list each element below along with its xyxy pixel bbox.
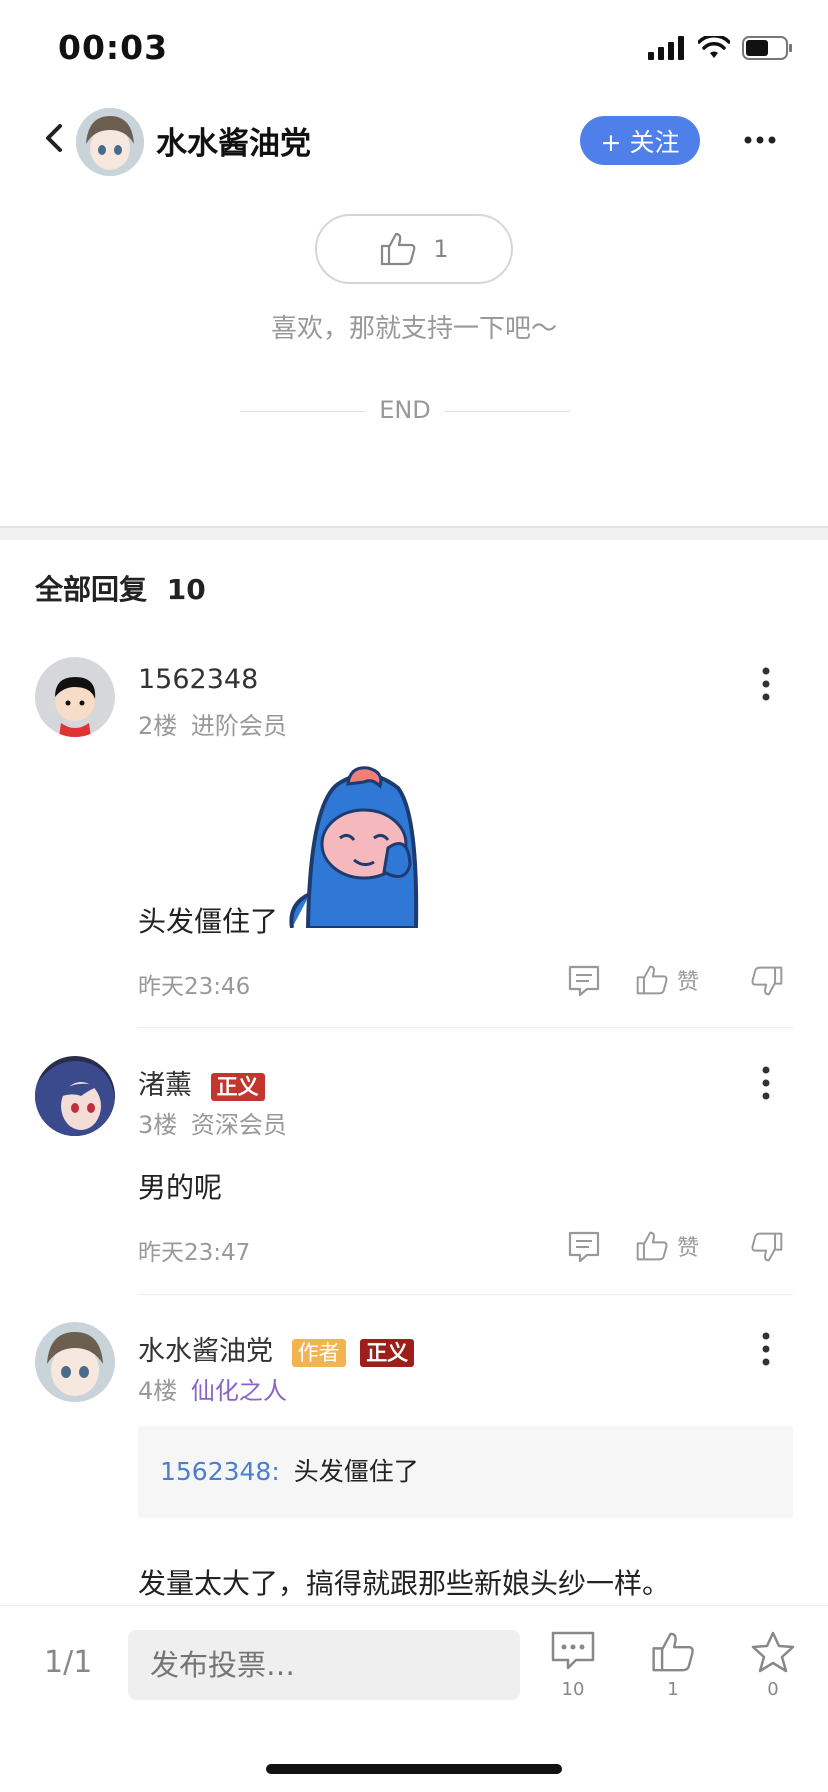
status-time: 00:03 [58,28,169,67]
sticker-emoji [289,766,419,928]
comment-more-icon[interactable] [756,666,776,702]
signal-icon [648,36,684,60]
status-icons [648,34,794,62]
reply-icon[interactable] [567,964,601,998]
quote-text: 头发僵住了 [293,1457,419,1486]
comment-text: 头发僵住了 [138,905,279,938]
comment-meta: 3楼 资深会员 [138,1105,287,1140]
more-options-icon[interactable] [742,130,778,150]
like-count: 1 [667,1679,679,1700]
author-badge: 作者 [291,1338,346,1367]
author-avatar[interactable] [76,108,144,176]
comment-text: 发量太大了，搞得就跟那些新娘头纱一样。 [138,1567,671,1600]
commenter-name[interactable]: 1562348 [138,664,258,695]
commenter-name-row: 水水酱油党 作者 正义 [138,1329,415,1368]
star-icon [751,1631,795,1673]
commenter-avatar[interactable] [35,1322,115,1402]
thumbs-down-icon[interactable] [750,1230,784,1264]
comment-divider [138,1294,793,1295]
member-rank: 仙化之人 [190,1377,287,1405]
commenter-avatar[interactable] [35,1056,115,1136]
replies-header: 全部回复 10 [35,568,206,608]
comment-bubble-icon [551,1631,595,1670]
comment-count: 10 [561,1679,585,1700]
commenter-name[interactable]: 渚薰 [138,1070,192,1101]
comments-button[interactable]: 10 [538,1630,608,1700]
commenter-name-row: 渚薰 正义 [138,1063,265,1102]
like-post-button[interactable]: 1 [315,214,513,284]
like-label: 赞 [677,970,700,995]
reply-input[interactable] [128,1630,520,1700]
thumbs-up-icon [652,1632,694,1672]
quoted-reply[interactable]: 1562348: 头发僵住了 [138,1426,793,1518]
like-label: 赞 [677,1236,700,1261]
floor-number: 4楼 [138,1377,178,1405]
reply-icon[interactable] [567,1230,601,1264]
support-text: 喜欢，那就支持一下吧～ [270,314,557,344]
star-count: 0 [767,1679,779,1700]
end-divider: END [240,396,570,426]
like-count: 1 [433,235,449,263]
comment-time: 昨天23:47 [138,1240,251,1266]
follow-button[interactable]: + 关注 [580,116,700,165]
quote-user[interactable]: 1562348: [160,1457,280,1486]
comment-meta: 4楼 仙化之人 [138,1371,287,1406]
like-button[interactable]: 1 [638,1630,708,1700]
commenter-name[interactable]: 水水酱油党 [138,1336,273,1367]
comment-text: 男的呢 [138,1171,223,1204]
thumbs-up-icon [636,965,668,995]
like-comment-button[interactable]: 赞 [635,1228,699,1264]
thumbs-up-icon [636,1231,668,1261]
replies-title: 全部回复 [35,573,148,606]
floor-number: 2楼 [138,712,178,740]
end-text: END [379,396,431,424]
comment-meta: 2楼 进阶会员 [138,706,287,741]
thumbs-down-icon[interactable] [750,964,784,998]
comment-time: 昨天23:46 [138,974,251,1000]
page-indicator[interactable]: 1/1 [44,1645,92,1680]
follow-label: + 关注 [600,127,680,157]
author-name[interactable]: 水水酱油党 [156,118,311,163]
wifi-icon [698,36,730,58]
justice-badge: 正义 [360,1338,415,1367]
justice-badge: 正义 [210,1072,265,1101]
comment-more-icon[interactable] [756,1331,776,1367]
member-rank: 进阶会员 [190,712,287,740]
favorite-button[interactable]: 0 [738,1630,808,1700]
section-separator [0,526,828,540]
thumbs-up-icon [381,232,416,266]
commenter-avatar[interactable] [35,657,115,737]
replies-count: 10 [166,573,206,606]
battery-icon [742,36,792,60]
floor-number: 3楼 [138,1111,178,1139]
comment-more-icon[interactable] [756,1065,776,1101]
like-comment-button[interactable]: 赞 [635,962,699,998]
home-indicator[interactable] [266,1764,562,1774]
member-rank: 资深会员 [190,1111,287,1139]
comment-divider [138,1027,793,1028]
back-arrow-icon[interactable] [40,118,70,158]
screen: 00:03 水水酱油党 + 关注 1 喜欢，那就支持一下吧～ END 全部回复 … [0,0,828,1792]
